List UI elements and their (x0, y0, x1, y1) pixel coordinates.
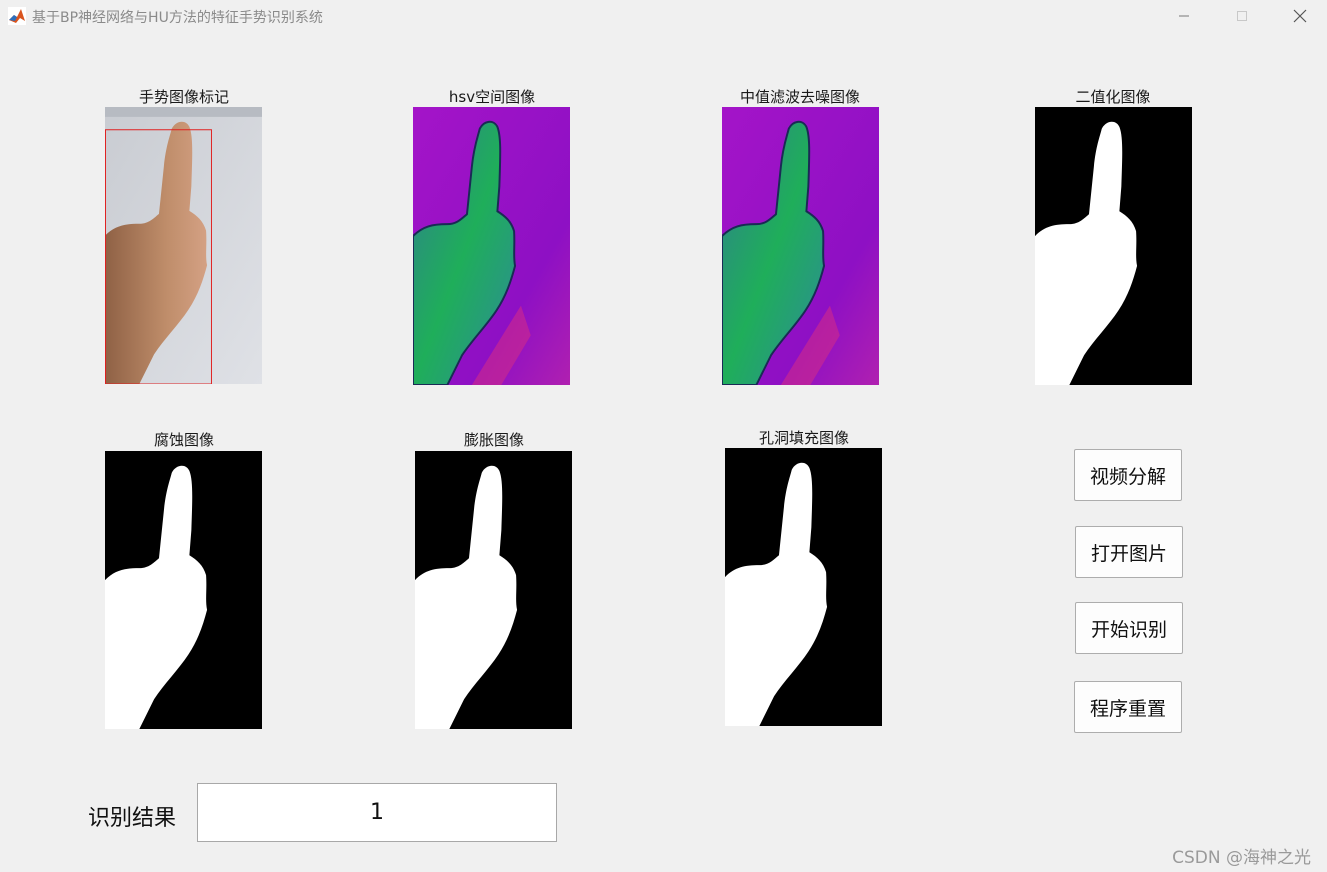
dilation-image (415, 451, 572, 729)
start-recognition-button[interactable]: 开始识别 (1075, 602, 1183, 654)
watermark: CSDN @海神之光 (1172, 848, 1311, 868)
hsv-image-title: hsv空间图像 (448, 88, 536, 106)
close-button[interactable] (1271, 0, 1327, 32)
dilation-image-title: 膨胀图像 (463, 431, 524, 449)
result-label: 识别结果 (88, 806, 177, 831)
median-image-title: 中值滤波去噪图像 (739, 88, 860, 106)
binary-image (1035, 107, 1192, 385)
matlab-logo-icon (8, 7, 26, 25)
erosion-image-title: 腐蚀图像 (153, 431, 214, 449)
open-image-button[interactable]: 打开图片 (1075, 526, 1183, 578)
hsv-image (413, 107, 570, 385)
binary-image-title: 二值化图像 (1075, 88, 1151, 106)
minimize-icon (1179, 15, 1189, 17)
median-image (722, 107, 879, 385)
window-title: 基于BP神经网络与HU方法的特征手势识别系统 (32, 10, 323, 26)
maximize-icon (1237, 11, 1247, 21)
erosion-image (105, 451, 262, 729)
holefill-image-title: 孔洞填充图像 (758, 429, 849, 447)
maximize-button[interactable] (1213, 0, 1271, 32)
marked-image (105, 107, 262, 384)
marked-image-title: 手势图像标记 (138, 88, 229, 106)
result-field[interactable]: 1 (197, 783, 557, 842)
main-figure: 手势图像标记 hsv空间图像 中值滤波去噪图像 二值化图像 腐蚀图像 膨胀图像 … (0, 36, 1327, 872)
close-icon (1293, 9, 1307, 23)
reset-program-button[interactable]: 程序重置 (1074, 681, 1182, 733)
holefill-image (725, 448, 882, 726)
minimize-button[interactable] (1155, 0, 1213, 32)
title-bar: 基于BP神经网络与HU方法的特征手势识别系统 (0, 0, 1327, 32)
video-decompose-button[interactable]: 视频分解 (1074, 449, 1182, 501)
